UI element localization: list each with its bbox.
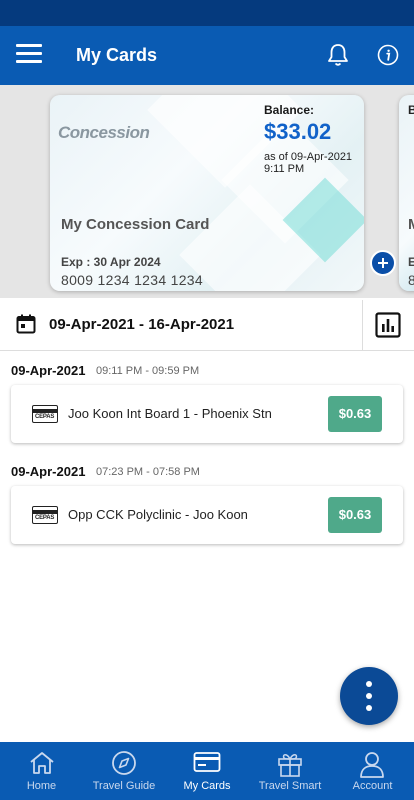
fare-badge: $0.63 xyxy=(328,396,382,432)
trip-item[interactable]: CEPAS Joo Koon Int Board 1 - Phoenix Stn… xyxy=(11,385,403,443)
nav-label: Home xyxy=(26,780,57,792)
balance-date: as of 09-Apr-2021 xyxy=(264,151,353,163)
more-vert-dot xyxy=(366,693,372,699)
card-number: 8009 1234 1234 1234 xyxy=(61,272,203,288)
card-brand-logo: Concession xyxy=(58,123,150,142)
balance-label: Balance: xyxy=(264,103,315,117)
add-card-button[interactable] xyxy=(370,250,396,276)
cepas-card-icon: CEPAS xyxy=(32,405,58,423)
trip-route: Opp CCK Polyclinic - Joo Koon xyxy=(68,507,248,522)
peek-card-name: M xyxy=(408,216,414,233)
fare-badge: $0.63 xyxy=(328,497,382,533)
card-carousel[interactable]: Concession Balance: $33.02 as of 09-Apr-… xyxy=(0,85,414,298)
trip-route: Joo Koon Int Board 1 - Phoenix Stn xyxy=(68,406,272,421)
nav-label: Travel Smart xyxy=(258,780,322,792)
cepas-card-icon: CEPAS xyxy=(32,506,58,524)
nav-label: Account xyxy=(352,780,393,792)
home-icon xyxy=(30,752,54,774)
nav-label: My Cards xyxy=(183,780,231,792)
date-range-picker[interactable]: 09-Apr-2021 - 16-Apr-2021 xyxy=(0,300,362,350)
more-options-button[interactable] xyxy=(340,667,398,725)
date-filter-bar: 09-Apr-2021 - 16-Apr-2021 xyxy=(0,300,414,351)
cepas-label: CEPAS xyxy=(35,414,55,420)
balance-time: 9:11 PM xyxy=(264,163,305,175)
concession-card[interactable]: Concession Balance: $33.02 as of 09-Apr-… xyxy=(50,95,364,291)
bar-chart-icon xyxy=(375,312,401,338)
card-name: My Concession Card xyxy=(61,216,210,233)
trip-item[interactable]: CEPAS Opp CCK Polyclinic - Joo Koon $0.6… xyxy=(11,486,403,544)
person-icon xyxy=(360,752,384,778)
info-button[interactable] xyxy=(377,44,399,66)
menu-icon-bar xyxy=(16,52,42,55)
chart-button[interactable] xyxy=(375,312,401,338)
peek-card-number: 8 xyxy=(408,272,414,288)
peek-balance-label: B xyxy=(408,103,414,117)
nav-my-cards[interactable]: My Cards xyxy=(165,742,249,800)
card-expiry: Exp : 30 Apr 2024 xyxy=(61,255,161,269)
nav-label: Travel Guide xyxy=(92,780,156,792)
trip-date: 09-Apr-2021 xyxy=(11,464,86,479)
bottom-navigation: Home Travel Guide My Cards Travel Smart … xyxy=(0,742,414,800)
more-vert-dot xyxy=(366,705,372,711)
status-bar xyxy=(0,0,414,26)
menu-icon-bar xyxy=(16,60,42,63)
nav-travel-smart[interactable]: Travel Smart xyxy=(249,742,331,800)
more-vert-icon xyxy=(366,681,372,687)
info-icon xyxy=(377,44,399,66)
peek-card-expiry: E xyxy=(408,255,414,269)
page-title: My Cards xyxy=(76,45,158,65)
nav-travel-guide[interactable]: Travel Guide xyxy=(83,742,165,800)
date-range-text: 09-Apr-2021 - 16-Apr-2021 xyxy=(49,316,235,333)
trip-date: 09-Apr-2021 xyxy=(11,363,86,378)
bell-icon xyxy=(328,44,348,66)
compass-icon xyxy=(112,751,136,775)
menu-icon xyxy=(16,44,42,47)
balance-value: $33.02 xyxy=(264,119,332,144)
divider xyxy=(362,300,363,350)
cepas-label: CEPAS xyxy=(35,515,55,521)
card-icon xyxy=(193,752,221,772)
trip-time: 07:23 PM - 07:58 PM xyxy=(96,466,200,478)
nav-account[interactable]: Account xyxy=(331,742,414,800)
calendar-icon xyxy=(16,314,36,334)
app-bar: My Cards xyxy=(0,26,414,85)
trip-time: 09:11 PM - 09:59 PM xyxy=(96,365,200,377)
next-card-peek[interactable]: B M E 8 xyxy=(399,95,414,291)
gift-icon xyxy=(278,754,302,777)
menu-button[interactable] xyxy=(16,42,44,66)
notification-button[interactable] xyxy=(326,42,350,68)
nav-home[interactable]: Home xyxy=(0,742,83,800)
